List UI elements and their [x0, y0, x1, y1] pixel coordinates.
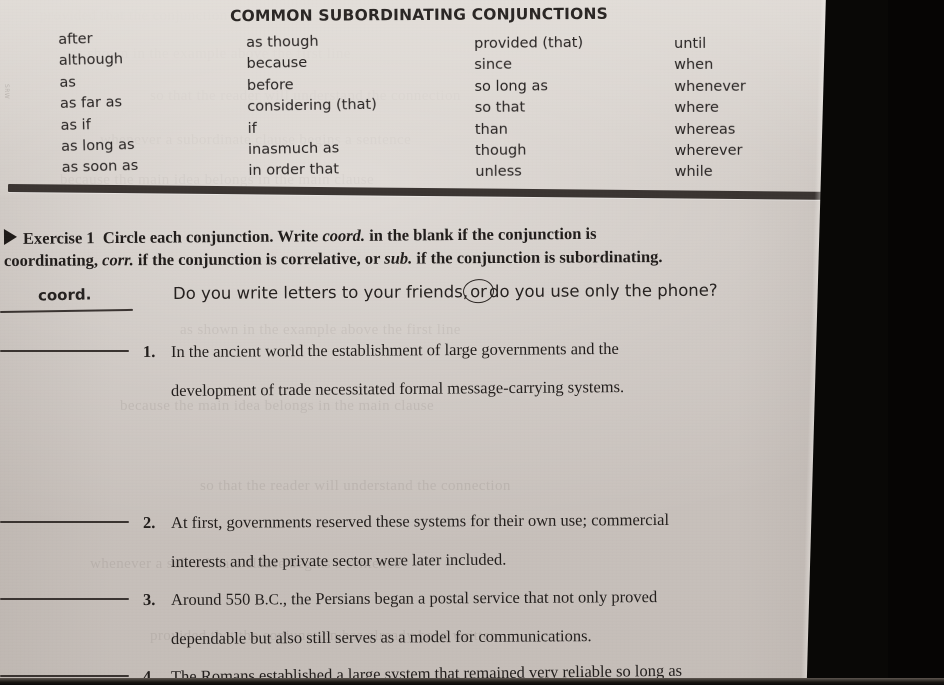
conjunction-item: wherever: [674, 142, 743, 160]
conjunction-item: inasmuch as: [247, 140, 340, 159]
answer-blank[interactable]: [0, 675, 129, 677]
question-list: 1. In the ancient world the establishmen…: [0, 228, 848, 685]
dark-background-bottom: [0, 678, 944, 685]
answer-blank[interactable]: [0, 521, 129, 523]
conjunction-item: in order that: [248, 161, 340, 180]
question-number: 1.: [142, 341, 156, 362]
chart-column-4: until when whenever where whereas wherev…: [674, 34, 746, 184]
era-abbreviation: B.C.: [254, 591, 283, 609]
conjunction-item: before: [246, 76, 294, 94]
conjunction-item: after: [58, 31, 93, 48]
conjunction-item: than: [474, 121, 508, 138]
question-number: 2.: [142, 512, 156, 533]
conjunction-item: so that: [474, 99, 526, 117]
conjunction-item: provided (that): [474, 34, 584, 52]
answer-blank[interactable]: [0, 598, 129, 600]
conjunction-item: whenever: [674, 78, 746, 95]
conjunction-item: so long as: [474, 78, 548, 95]
conjunctions-chart: COMMON SUBORDINATING CONJUNCTIONS after …: [0, 0, 838, 200]
conjunction-item: whereas: [674, 121, 736, 138]
answer-blank[interactable]: [0, 350, 129, 352]
chart-column-2: as though because before considering (th…: [246, 31, 378, 183]
conjunction-item: if: [247, 120, 257, 137]
chart-bottom-rule: [7, 184, 831, 200]
conjunction-item: as if: [60, 116, 91, 134]
question-line-2: interests and the private sector were la…: [170, 549, 507, 571]
book-page-photograph: provided that the conjunction has alread…: [0, 0, 944, 685]
conjunction-item: because: [246, 55, 308, 73]
question-line-2: development of trade necessitated formal…: [170, 377, 625, 400]
conjunction-item: as though: [246, 33, 319, 51]
question-line-2: dependable but also still serves as a mo…: [170, 626, 592, 648]
question-line-1: In the ancient world the establishment o…: [170, 338, 619, 361]
conjunction-item: when: [674, 57, 714, 74]
conjunction-item: considering (that): [247, 96, 377, 116]
conjunction-item: as soon as: [61, 158, 139, 177]
chart-column-3: provided (that) since so long as so that…: [474, 33, 584, 184]
conjunction-item: although: [58, 51, 124, 70]
conjunction-item: until: [674, 35, 707, 52]
conjunction-item: since: [474, 57, 513, 74]
question-line-1-part-a: Around 550: [170, 589, 255, 609]
question-item: 1. In the ancient world the establishmen…: [0, 239, 848, 400]
exercise-section: Exercise 1 Circle each conjunction. Writ…: [0, 224, 848, 685]
conjunction-item: where: [674, 100, 719, 117]
ghost-text-line: because the main idea belongs in the mai…: [120, 398, 435, 414]
question-number: 3.: [142, 589, 156, 610]
chart-column-1: after although as as far as as if as lon…: [58, 28, 139, 180]
chart-title: COMMON SUBORDINATING CONJUNCTIONS: [229, 4, 609, 26]
conjunction-item: unless: [475, 163, 522, 181]
question-line-1-part-b: , the Persians began a postal service th…: [282, 587, 658, 609]
question-line-1: At first, governments reserved these sys…: [170, 509, 670, 532]
ghost-text-line: so that the reader will understand the c…: [200, 478, 511, 494]
conjunction-item: as: [59, 74, 77, 91]
conjunction-item: while: [674, 164, 713, 181]
conjunction-item: as far as: [59, 94, 123, 113]
conjunction-item: as long as: [60, 137, 135, 155]
conjunction-item: though: [475, 142, 527, 160]
dark-background-right-inner: [888, 0, 944, 685]
question-line-1: Around 550 B.C., the Persians began a po…: [171, 587, 657, 610]
